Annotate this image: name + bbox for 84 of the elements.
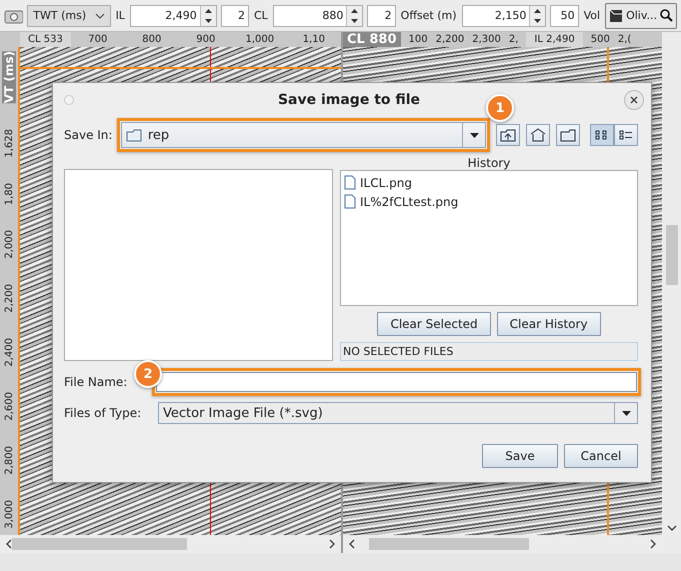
save-in-dropdown[interactable]: rep [120,122,486,148]
axis-tick-label: 500 [590,34,610,45]
vol-label: Vol [582,9,602,22]
up-arrow-icon[interactable] [204,8,212,12]
dialog-title: Save image to file [278,92,420,108]
window-dot-icon [64,94,74,104]
up-folder-button[interactable] [496,124,520,146]
close-icon [630,96,638,104]
axis-tick-label: 2,( [618,34,632,45]
section-label: CL 880 [343,32,400,47]
number-field[interactable]: 880 [272,4,364,26]
up-arrow-icon[interactable] [534,8,542,12]
cube-icon [609,8,624,22]
scrollbar-thumb[interactable] [369,538,529,550]
il-label: IL [114,9,126,22]
history-file-item[interactable]: IL%2fCLtest.png [341,192,637,211]
axis-tick-label: 3,000 [4,500,14,529]
axis-tick-label: 2,600 [4,392,14,421]
scroll-left-icon[interactable] [6,539,12,549]
axis-tick-label: 2,300 [472,34,501,45]
history-button[interactable]: Clear Selected [377,312,491,336]
scrollbar-thumb[interactable] [666,225,678,285]
scroll-right-icon[interactable] [329,539,335,549]
scroll-left-icon[interactable] [349,539,355,549]
folder-icon [126,128,143,142]
up-arrow-icon[interactable] [351,8,358,12]
axis-tick-label: 900 [195,34,216,45]
file-type-label: Files of Type: [64,406,142,420]
dropdown-arrow-icon [622,410,630,416]
axis-tick-label: 100 [408,34,428,45]
scrollbar-thumb[interactable] [12,538,187,550]
save-in-label: Save In: [64,128,113,142]
home-button[interactable] [526,124,550,146]
list-view-button[interactable] [614,124,638,146]
offset-step-field[interactable]: 50 [550,4,579,26]
number-field[interactable]: 2,150 [462,4,546,26]
dialog-action-button[interactable]: Save [482,444,558,468]
scroll-right-icon[interactable] [650,539,656,549]
axis-tick-label: 2,400 [4,338,14,367]
axis-tick-label: 1,10 [302,34,326,45]
down-arrow-icon[interactable] [204,18,212,22]
axis-tick-label: 2,200 [4,284,14,313]
close-button[interactable] [624,90,644,110]
cl-step-field[interactable]: 2 [367,4,396,26]
dialog-action-button[interactable]: Cancel [564,444,638,468]
new-folder-button[interactable] [556,124,580,146]
folder-icon [560,128,576,142]
history-button[interactable]: Clear History [496,312,601,336]
axis-tick-label: 2, [508,34,518,45]
axis-tick-label: 700 [87,34,108,45]
number-field[interactable]: 2,490 [130,4,217,26]
axis-tick-label: 1,628 [4,128,14,158]
dropdown-arrow-icon [470,132,478,138]
history-label: History [466,156,512,170]
offset-label: Offset (m) [400,9,458,22]
axis-tick-label: 2,800 [4,446,14,475]
file-name-field[interactable] [156,372,637,392]
file-type-dropdown[interactable]: Vector Image File (*.svg) [158,402,638,424]
cl-label: CL [252,9,269,22]
grid-view-icon [595,129,609,141]
scroll-down-icon[interactable] [666,525,676,531]
axis-tick-label: 800 [141,34,162,45]
axis-tick-label: 2,000 [4,230,14,259]
axis-tick-label: 2,200 [436,34,464,45]
axis-tick-label: 1,000 [244,34,276,45]
home-icon [530,128,546,142]
down-arrow-icon[interactable] [534,18,542,22]
camera-icon[interactable] [4,8,24,24]
section-label: CL 533 [20,32,71,47]
search-icon [660,9,673,22]
chevron-down-icon [94,12,105,18]
crossline-label: IL 2,490 [526,32,583,47]
selection-status: NO SELECTED FILES [340,342,638,361]
history-file-item[interactable]: ILCL.png [341,173,637,192]
icon-view-button[interactable] [590,124,614,146]
il-step-field[interactable]: 2 [220,4,249,26]
axis-tick-label: 1,80 [4,182,14,205]
up-folder-icon [500,128,516,142]
axis-title: VT (ms) [2,51,16,104]
down-arrow-icon[interactable] [351,18,358,22]
file-name-label: File Name: [64,375,128,389]
list-view-icon [619,129,633,141]
domain-dropdown[interactable]: TWT (ms) [27,4,111,26]
volume-selector-button[interactable]: Oliv... [605,2,677,28]
